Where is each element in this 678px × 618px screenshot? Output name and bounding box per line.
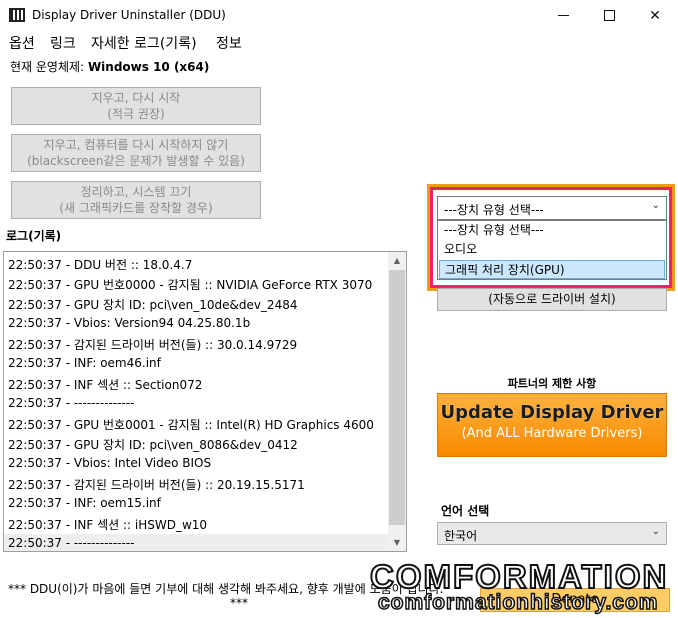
clean-no-restart-label: 지우고, 컴퓨터를 다시 시작하지 않기 bbox=[43, 138, 229, 152]
close-icon: ✕ bbox=[649, 7, 661, 24]
os-value: Windows 10 (x64) bbox=[87, 60, 210, 74]
update-title: Update Display Driver bbox=[440, 402, 664, 423]
partner-label: 파트너의 제한 사항 bbox=[507, 377, 597, 390]
scroll-thumb[interactable] bbox=[389, 270, 405, 525]
clean-shutdown-sublabel: (새 그래픽카드를 장착할 경우) bbox=[59, 201, 213, 215]
clean-restart-label: 지우고, 다시 시작 bbox=[91, 91, 181, 105]
os-info: 현재 운영체제: Windows 10 (x64) bbox=[10, 58, 209, 75]
donation-message-end: *** bbox=[230, 596, 248, 610]
clean-shutdown-button[interactable]: 정리하고, 시스템 끄기 (새 그래픽카드를 장착할 경우) bbox=[11, 181, 261, 219]
log-line: 22:50:37 - INF 섹션 :: Section072 bbox=[8, 378, 203, 392]
log-line: 22:50:37 - INF 섹션 :: iHSWD_w10 bbox=[8, 518, 208, 532]
log-line: 22:50:37 - DDU 버전 :: 18.0.4.7 bbox=[8, 258, 193, 272]
scroll-down-arrow-icon[interactable]: ▼ bbox=[388, 534, 406, 551]
log-line: 22:50:37 - -------------- bbox=[8, 396, 135, 410]
device-type-select[interactable]: ---장치 유형 선택--- ⌄ bbox=[437, 196, 667, 220]
log-line: 22:50:37 - GPU 장치 ID: pci\ven_8086&dev_0… bbox=[8, 438, 298, 452]
device-option-audio[interactable]: 오디오 bbox=[439, 240, 665, 259]
title-bar: Display Driver Uninstaller (DDU) ✕ bbox=[0, 0, 678, 31]
device-type-selected: ---장치 유형 선택--- bbox=[444, 203, 544, 217]
os-label: 현재 운영체제: bbox=[10, 60, 85, 74]
chevron-down-icon: ⌄ bbox=[651, 200, 660, 211]
device-option-placeholder[interactable]: ---장치 유형 선택--- bbox=[439, 221, 665, 240]
maximize-button[interactable] bbox=[586, 0, 632, 31]
log-panel[interactable]: 22:50:37 - DDU 버전 :: 18.0.4.7 22:50:37 -… bbox=[3, 251, 407, 552]
clean-restart-sublabel: (적극 권장) bbox=[107, 107, 165, 121]
language-label: 언어 선택 bbox=[441, 504, 490, 518]
chevron-down-icon: ⌄ bbox=[651, 526, 660, 537]
clean-restart-button[interactable]: 지우고, 다시 시작 (적극 권장) bbox=[11, 87, 261, 125]
clean-no-restart-sublabel: (blackscreen같은 문제가 발생할 수 있음) bbox=[27, 154, 245, 168]
log-line: 22:50:37 - GPU 번호0000 - 감지됨 :: NVIDIA Ge… bbox=[8, 278, 373, 292]
update-display-driver-button[interactable]: Update Display Driver (And ALL Hardware … bbox=[437, 393, 667, 457]
close-button[interactable]: ✕ bbox=[632, 0, 678, 31]
scroll-up-arrow-icon[interactable]: ▲ bbox=[388, 252, 406, 269]
update-subtitle: (And ALL Hardware Drivers) bbox=[461, 426, 643, 441]
menu-info[interactable]: 정보 bbox=[216, 33, 242, 53]
menu-detailed-log[interactable]: 자세한 로그(기록) bbox=[91, 33, 197, 53]
log-line: 22:50:37 - INF: oem15.inf bbox=[8, 496, 161, 510]
auto-install-driver-button[interactable]: (자동으로 드라이버 설치) bbox=[437, 288, 667, 311]
clean-no-restart-button[interactable]: 지우고, 컴퓨터를 다시 시작하지 않기 (blackscreen같은 문제가 … bbox=[11, 134, 261, 172]
log-line: 22:50:37 - GPU 번호0001 - 감지됨 :: Intel(R) … bbox=[8, 418, 374, 432]
log-line: 22:50:37 - GPU 장치 ID: pci\ven_10de&dev_2… bbox=[8, 298, 298, 312]
donate-button[interactable]: Donate bbox=[480, 588, 670, 612]
device-option-gpu[interactable]: 그래픽 처리 장치(GPU) bbox=[439, 260, 665, 279]
menu-options[interactable]: 옵션 bbox=[9, 33, 35, 53]
language-selected: 한국어 bbox=[444, 529, 478, 543]
log-heading: 로그(기록) bbox=[6, 229, 62, 243]
maximize-icon bbox=[603, 10, 615, 21]
device-type-options: ---장치 유형 선택--- 오디오 그래픽 처리 장치(GPU) bbox=[437, 220, 667, 280]
window-title: Display Driver Uninstaller (DDU) bbox=[32, 8, 226, 22]
menu-bar: 옵션 링크 자세한 로그(기록) 정보 bbox=[0, 31, 678, 53]
minimize-button[interactable] bbox=[540, 0, 586, 31]
donation-message: *** DDU(이)가 마음에 들면 기부에 대해 생각해 봐주세요, 향후 개… bbox=[8, 582, 444, 596]
log-line: 22:50:37 - INF: oem46.inf bbox=[8, 356, 161, 370]
log-line: 22:50:37 - -------------- bbox=[8, 536, 135, 550]
log-scrollbar[interactable]: ▲ ▼ bbox=[388, 252, 406, 551]
menu-links[interactable]: 링크 bbox=[50, 33, 76, 53]
log-line: 22:50:37 - Vbios: Version94 04.25.80.1b bbox=[8, 316, 251, 330]
minimize-icon bbox=[557, 15, 569, 16]
clean-shutdown-label: 정리하고, 시스템 끄기 bbox=[80, 185, 192, 199]
log-line: 22:50:37 - Vbios: Intel Video BIOS bbox=[8, 456, 212, 470]
ddu-app-icon bbox=[9, 8, 25, 22]
language-select[interactable]: 한국어 ⌄ bbox=[437, 522, 667, 545]
log-line: 22:50:37 - 감지된 드라이버 버전(들) :: 20.19.15.51… bbox=[8, 478, 305, 492]
log-line: 22:50:37 - 감지된 드라이버 버전(들) :: 30.0.14.972… bbox=[8, 338, 298, 352]
